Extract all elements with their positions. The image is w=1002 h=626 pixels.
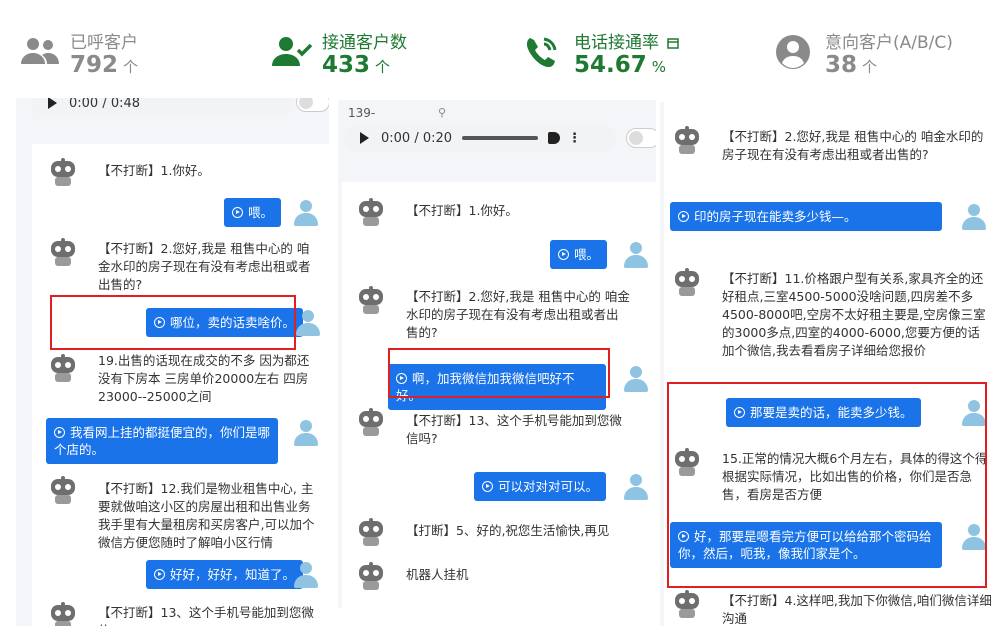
- play-circle-icon[interactable]: [154, 569, 165, 580]
- robot-avatar-icon: [50, 476, 76, 504]
- player-time: 0:00 / 0:20: [381, 130, 453, 146]
- stat-label: 已呼客户: [70, 33, 138, 53]
- stat-value: 54.67%: [574, 52, 667, 78]
- robot-avatar-icon: [358, 286, 384, 314]
- audio-player[interactable]: 0:00 / 0:48: [32, 98, 294, 116]
- play-circle-icon[interactable]: [232, 207, 243, 218]
- user-message: 可以对对对可以。: [474, 472, 607, 501]
- robot-avatar-icon: [50, 354, 76, 382]
- bot-message: 【不打断】2.您好,我是 租售中心的 咱金水印的房子现在有没有考虑出租或者出售的…: [722, 129, 984, 162]
- account-circle-icon: [776, 35, 810, 69]
- user-avatar-icon: [962, 204, 986, 230]
- robot-avatar-icon: [674, 590, 700, 618]
- play-icon[interactable]: [360, 132, 369, 144]
- bot-message: 【不打断】2.您好,我是 租售中心的 咱金水印的房子现在有没有考虑出租或者出售的…: [98, 241, 311, 292]
- robot-avatar-icon: [50, 238, 76, 266]
- robot-avatar-icon: [50, 602, 76, 626]
- phone-connected-icon: [526, 37, 557, 68]
- user-message: 喂。: [224, 198, 282, 227]
- robot-avatar-icon: [358, 408, 384, 436]
- calendar-icon: [667, 38, 680, 49]
- highlight-box: [388, 348, 610, 398]
- toggle-switch[interactable]: [626, 128, 656, 148]
- stat-connection-rate: 电话接通率 54.67%: [522, 24, 742, 84]
- play-circle-icon[interactable]: [54, 427, 65, 438]
- user-message: 喂。: [550, 240, 608, 269]
- stat-label: 电话接通率: [574, 28, 680, 53]
- bot-message: 【不打断】13、这个手机号能加到您微信吗?: [406, 413, 622, 446]
- highlight-box: [667, 382, 987, 588]
- user-message: 我看网上挂的都挺便宜的，你们是哪个店的。: [46, 418, 278, 464]
- play-circle-icon[interactable]: [482, 481, 493, 492]
- robot-avatar-icon: [674, 268, 700, 296]
- stat-value: 38 个: [825, 52, 878, 78]
- volume-icon[interactable]: [548, 132, 561, 144]
- robot-avatar-icon: [358, 562, 384, 590]
- toggle-switch[interactable]: [296, 98, 329, 112]
- bot-message: 【不打断】1.你好。: [406, 203, 518, 218]
- player-time: 0:00 / 0:48: [69, 98, 141, 111]
- robot-avatar-icon: [50, 158, 76, 186]
- user-avatar-icon: [624, 242, 648, 268]
- phone-number: 139-: [348, 106, 376, 120]
- conversation-card: 【不打断】1.你好。 喂。 【不打断】2.您好,我是 租售中心的 咱金水印的房子…: [32, 144, 329, 626]
- stat-called-customers: 已呼客户 792 个: [18, 24, 218, 84]
- play-icon[interactable]: [48, 98, 57, 109]
- user-avatar-icon: [294, 420, 318, 446]
- robot-avatar-icon: [674, 126, 700, 154]
- user-avatar-icon: [294, 562, 318, 588]
- user-avatar-icon: [624, 474, 648, 500]
- progress-bar[interactable]: [462, 136, 539, 140]
- bot-message: 【打断】5、好的,祝您生活愉快,再见: [406, 523, 610, 538]
- audio-player[interactable]: 0:00 / 0:20 ⋮: [344, 124, 616, 152]
- user-message: 印的房子现在能卖多少钱—。: [670, 202, 942, 231]
- bot-message: 【不打断】4.这样吧,我加下你微信,咱们微信详细沟通: [722, 593, 992, 626]
- location-pin-icon: ⚲: [438, 106, 447, 119]
- stat-value: 433 个: [322, 52, 391, 78]
- stat-value: 792 个: [70, 52, 139, 78]
- play-circle-icon[interactable]: [678, 211, 689, 222]
- robot-avatar-icon: [358, 518, 384, 546]
- user-avatar-icon: [294, 200, 318, 226]
- bot-message: 【不打断】1.你好。: [98, 163, 210, 178]
- bot-message: 【不打断】2.您好,我是 租售中心的 咱金水印的房子现在有没有考虑出租或者出售的…: [406, 289, 630, 340]
- play-circle-icon[interactable]: [558, 249, 569, 260]
- stat-label: 意向客户(A/B/C): [825, 33, 953, 53]
- people-icon: [21, 38, 59, 64]
- stat-connected-customers: 接通客户数 433 个: [270, 24, 470, 84]
- more-icon[interactable]: ⋮: [568, 131, 581, 146]
- call-record-panel-1: 0:00 / 0:48 【不打断】1.你好。 喂。 【不打断】2.您好,我是 租…: [16, 98, 329, 626]
- user-check-icon: [272, 37, 313, 66]
- bot-message: 【不打断】12.我们是物业租售中心, 主要就做咱这小区的房屋出租和出售业务 我手…: [98, 481, 315, 550]
- user-message: 好好，好好，知道了。: [146, 560, 304, 589]
- bot-message: 机器人挂机: [406, 567, 469, 582]
- user-avatar-icon: [624, 366, 648, 392]
- bot-message: 【不打断】13、这个手机号能加到您微信: [98, 605, 314, 626]
- bot-message: 【不打断】11.价格跟户型有关系,家具齐全的还好租点,三室4500-5000没啥…: [722, 271, 986, 358]
- robot-avatar-icon: [358, 198, 384, 226]
- highlight-box: [50, 295, 296, 350]
- user-avatar-icon: [296, 310, 320, 336]
- bot-message: 19.出售的话现在成交的不多 因为都还没有下房本 三房单价20000左右 四房2…: [98, 353, 310, 404]
- stat-intent-customers: 意向客户(A/B/C) 38 个: [773, 24, 993, 84]
- stat-label: 接通客户数: [322, 33, 407, 53]
- stats-header: 已呼客户 792 个 接通客户数 433 个 电话接通率 54.67% 意向客户(A…: [0, 0, 1002, 104]
